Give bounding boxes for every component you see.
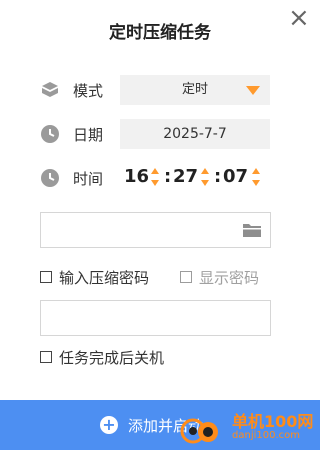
arrow-up-icon[interactable] bbox=[151, 168, 159, 174]
arrow-up-icon[interactable] bbox=[201, 168, 209, 174]
watermark-logo bbox=[180, 418, 218, 444]
watermark-url: danji100.com bbox=[232, 430, 300, 441]
second-stepper[interactable] bbox=[252, 168, 260, 188]
shutdown-checkbox[interactable] bbox=[40, 350, 52, 363]
time-separator: : bbox=[214, 166, 222, 187]
time-label: 时间 bbox=[73, 170, 104, 188]
minute-stepper[interactable] bbox=[201, 168, 209, 188]
show-password-row[interactable]: 显示密码 bbox=[180, 267, 259, 287]
chevron-down-icon bbox=[246, 86, 260, 95]
show-password-checkbox[interactable] bbox=[180, 270, 192, 283]
arrow-up-icon[interactable] bbox=[252, 168, 260, 174]
clock-icon bbox=[41, 125, 59, 143]
show-password-label: 显示密码 bbox=[199, 269, 260, 287]
password-input[interactable] bbox=[40, 300, 271, 336]
mode-row: 模式 定时 bbox=[0, 75, 320, 105]
close-icon[interactable]: × bbox=[288, 5, 310, 31]
save-path-input[interactable] bbox=[40, 212, 271, 248]
hour-stepper[interactable] bbox=[151, 168, 159, 188]
shutdown-label: 任务完成后关机 bbox=[59, 349, 165, 367]
date-label: 日期 bbox=[73, 126, 104, 144]
password-checkbox-row[interactable]: 输入压缩密码 bbox=[40, 267, 149, 287]
dialog-title: 定时压缩任务 bbox=[109, 23, 211, 43]
clock-icon bbox=[41, 169, 59, 187]
arrow-down-icon[interactable] bbox=[151, 180, 159, 186]
folder-icon[interactable] bbox=[242, 221, 262, 239]
minute-field[interactable]: 27 bbox=[173, 166, 198, 187]
time-separator: : bbox=[164, 166, 172, 187]
arrow-down-icon[interactable] bbox=[201, 180, 209, 186]
cube-icon bbox=[42, 82, 58, 97]
date-field[interactable]: 2025-7-7 bbox=[120, 119, 270, 149]
watermark-name: 单机100网 bbox=[232, 412, 314, 431]
arrow-down-icon[interactable] bbox=[252, 180, 260, 186]
date-row: 日期 2025-7-7 bbox=[0, 119, 320, 149]
second-field[interactable]: 07 bbox=[223, 166, 248, 187]
mode-label: 模式 bbox=[73, 82, 104, 100]
hour-field[interactable]: 16 bbox=[124, 166, 149, 187]
shutdown-checkbox-row[interactable]: 任务完成后关机 bbox=[40, 347, 164, 367]
mode-select[interactable]: 定时 bbox=[120, 75, 270, 105]
plus-icon: + bbox=[100, 416, 118, 434]
password-checkbox-label: 输入压缩密码 bbox=[59, 269, 150, 287]
mode-value: 定时 bbox=[181, 82, 208, 97]
password-checkbox[interactable] bbox=[40, 270, 52, 283]
time-row: 时间 16 : 27 : 07 bbox=[0, 163, 320, 193]
